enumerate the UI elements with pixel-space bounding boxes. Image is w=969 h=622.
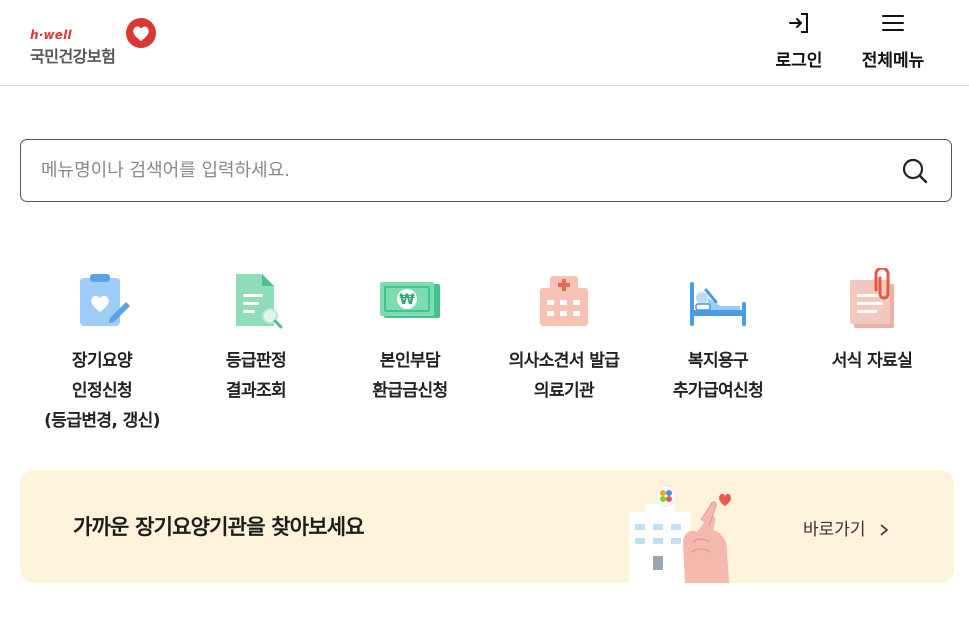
hospital-heart-hand-illustration [629,485,731,583]
hospital-icon [540,276,588,326]
quick-item-long-term-care-application[interactable]: 장기요양 인정신청 (등급변경, 갱신) [22,268,182,436]
chevron-right-icon [880,524,889,536]
banner-shortcut-link[interactable]: 바로가기 [803,515,889,540]
quick-item-doctor-opinion-hospitals[interactable]: 의사소견서 발급 의료기관 [484,268,644,406]
quick-item-label: 서식 자료실 [831,351,913,371]
quick-item-label: 의사소견서 발급 의료기관 [508,351,620,401]
quick-item-refund-application[interactable]: ₩ 본인부담 환급금신청 [330,268,490,406]
paperclip-document-icon [850,268,894,328]
clipboard-heart-icon [80,274,130,326]
nhis-logo[interactable]: h·well 국민건강보험 [30,16,162,66]
search-box [20,139,952,202]
site-header: h·well 국민건강보험 로그인 전체메뉴 [0,0,969,86]
quick-item-label: 장기요양 인정신청 (등급변경, 갱신) [44,351,160,431]
search-icon[interactable] [901,157,929,185]
document-search-icon [236,274,283,329]
find-care-facility-banner[interactable]: 가까운 장기요양기관을 찾아보세요 바로가기 [20,470,954,583]
quick-item-welfare-equipment[interactable]: 복지용구 추가급여신청 [638,268,798,406]
login-label: 로그인 [775,51,823,71]
logo-subtitle: h·well [30,28,72,42]
all-menu-button[interactable]: 전체메뉴 [852,10,934,74]
banner-title: 가까운 장기요양기관을 찾아보세요 [73,515,365,539]
login-button[interactable]: 로그인 [766,10,832,74]
quick-item-grade-result[interactable]: 등급판정 결과조회 [176,268,336,406]
quick-menu: 장기요양 인정신청 (등급변경, 갱신) 등급판정 결과조회 ₩ 본인부담 환급… [0,268,969,448]
won-banknote-icon: ₩ [380,282,440,318]
quick-item-label: 복지용구 추가급여신청 [672,351,764,401]
svg-text:₩: ₩ [399,292,415,308]
logo-name: 국민건강보험 [30,47,116,66]
care-bed-icon [690,282,746,326]
login-icon [789,13,808,33]
quick-item-label: 등급판정 결과조회 [225,351,287,401]
hamburger-menu-icon [882,15,904,31]
quick-item-label: 본인부담 환급금신청 [372,351,448,401]
quick-item-forms-archive[interactable]: 서식 자료실 [792,268,952,376]
all-menu-label: 전체메뉴 [861,51,925,71]
banner-link-label: 바로가기 [803,520,866,540]
search-input[interactable] [41,140,881,201]
heart-logo-icon [126,18,156,48]
